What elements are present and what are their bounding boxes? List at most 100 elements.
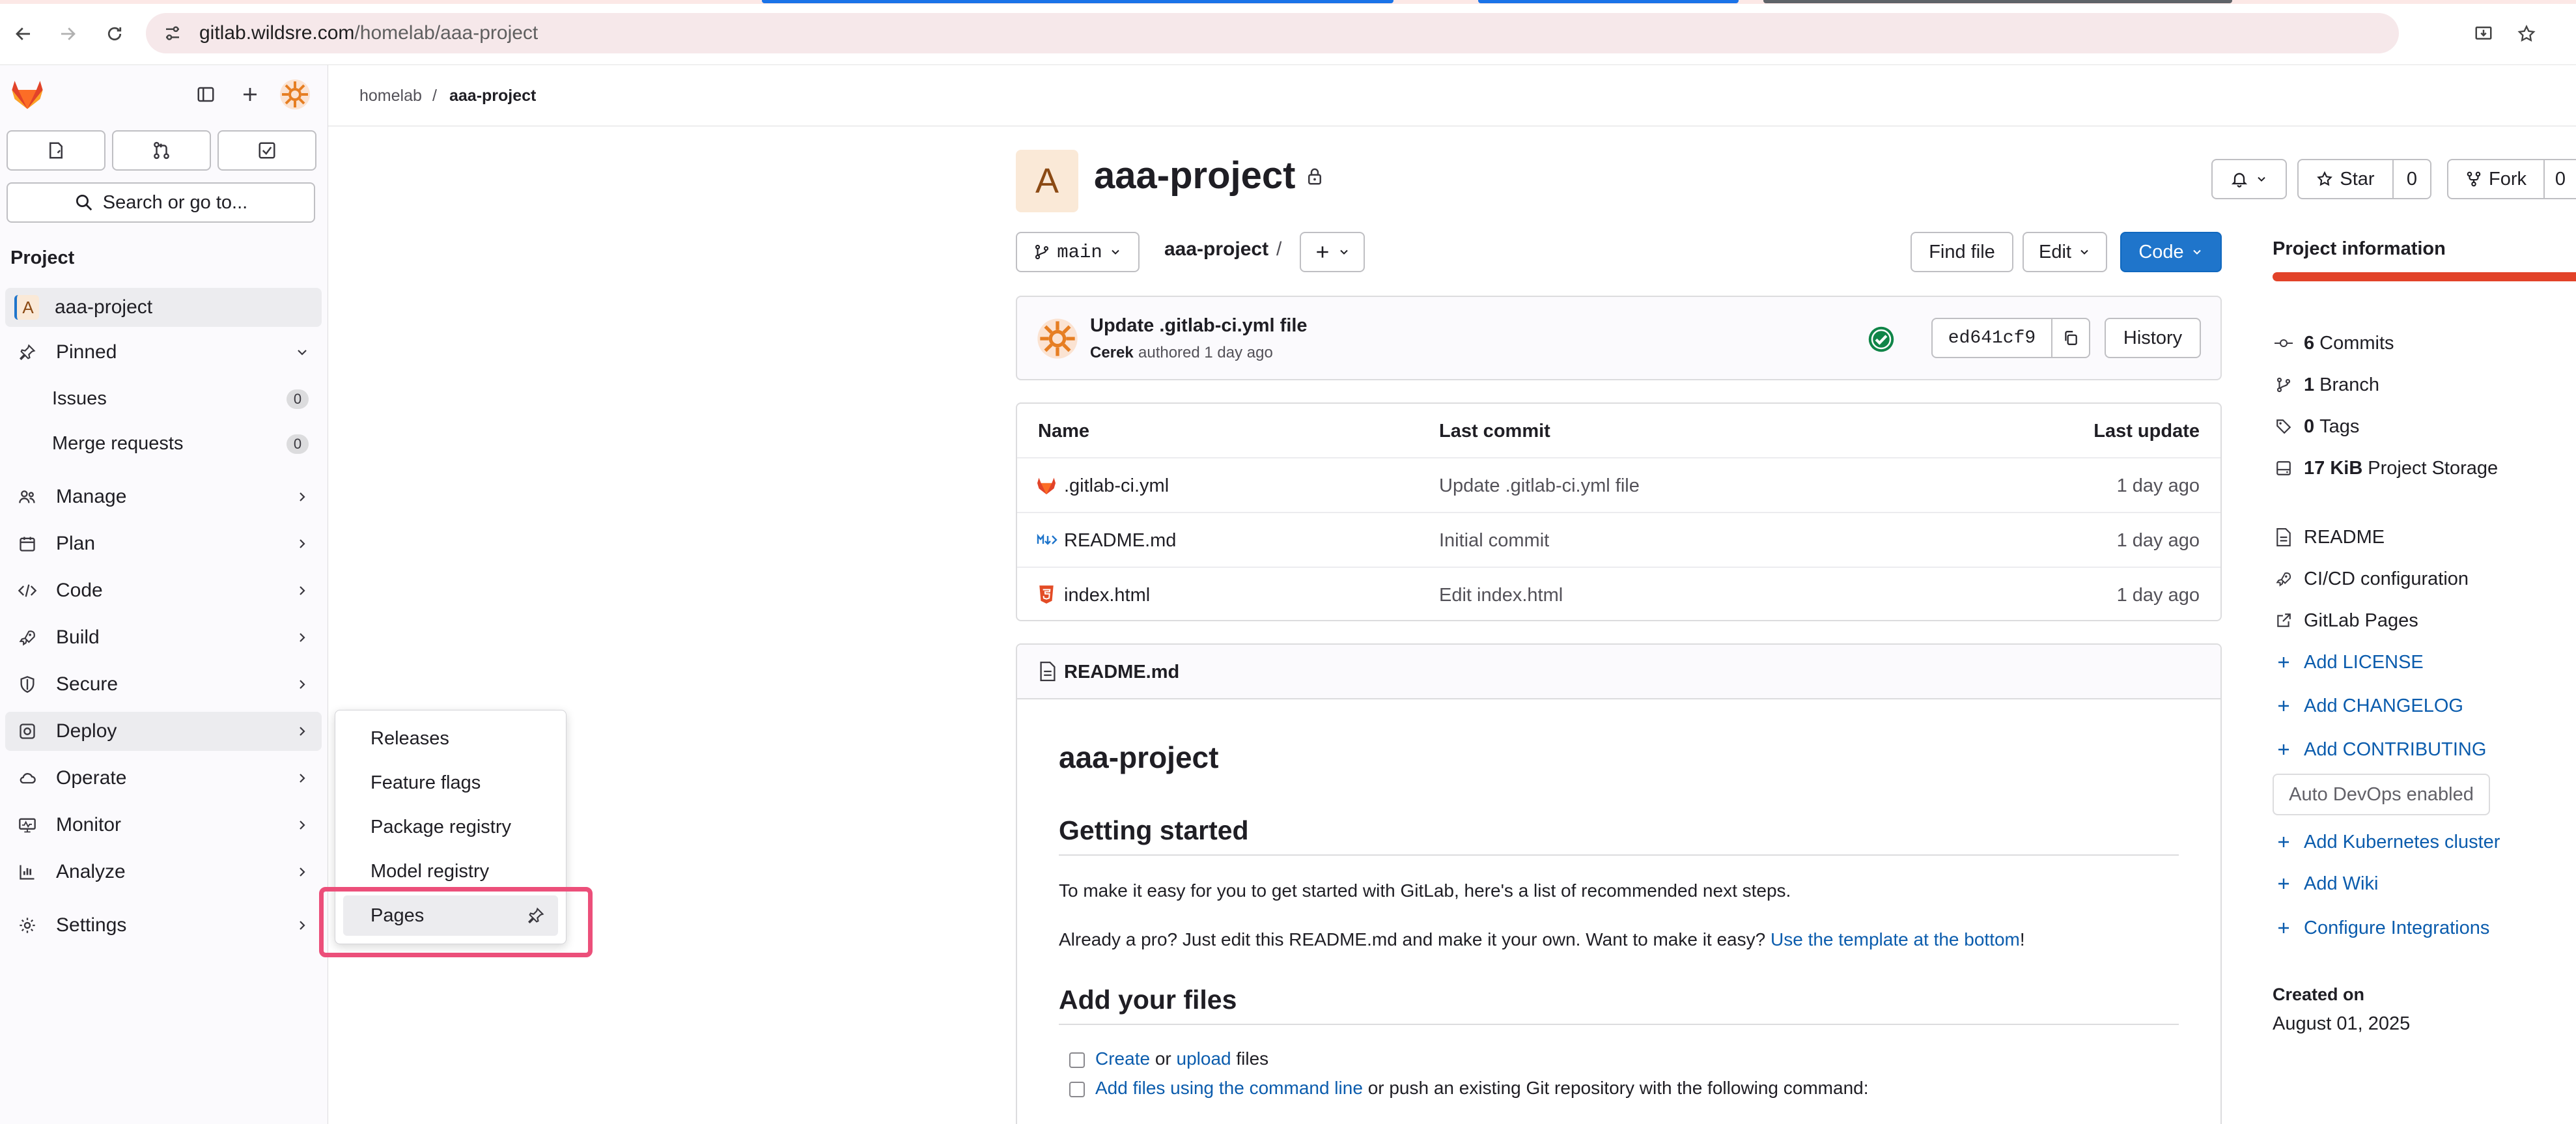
code-dropdown[interactable]: Code [2120,232,2222,272]
search-button[interactable]: Search or go to... [7,182,315,223]
auto-devops-button[interactable]: Auto DevOps enabled [2273,774,2490,815]
site-info-icon [166,26,179,40]
fork-count[interactable]: 0 [2543,159,2576,199]
branches-label: Branch [2319,374,2380,395]
bookmark-button[interactable] [2511,18,2542,49]
toggle-sidebar-button[interactable] [191,78,220,111]
copy-sha-button[interactable] [2051,318,2090,358]
add-changelog-link[interactable]: Add CHANGELOG [2273,693,2463,719]
file-name-link[interactable]: README.md [1064,513,1176,568]
heading-divider [1059,854,2179,856]
task-checkbox[interactable] [1069,1082,1085,1097]
cicd-configuration-link[interactable]: CI/CD configuration [2273,566,2469,592]
edit-dropdown[interactable]: Edit [2023,232,2107,272]
sidebar-item-manage[interactable]: Manage [5,477,322,516]
add-changelog-label: Add CHANGELOG [2304,695,2463,716]
sidebar-item-secure[interactable]: Secure [5,665,322,704]
sidebar-item-operate[interactable]: Operate [5,759,322,798]
reload-button[interactable] [99,18,130,49]
create-link[interactable]: Create [1095,1048,1150,1069]
plan-icon [14,531,40,557]
forward-button[interactable] [52,18,83,49]
flyout-item-model-registry[interactable]: Model registry [343,851,558,892]
find-file-button[interactable]: Find file [1911,232,2013,272]
tags-link[interactable]: 0 Tags [2273,414,2359,440]
create-new-button[interactable] [236,78,264,111]
tab-indicator[interactable] [762,0,1393,3]
file-name-link[interactable]: .gitlab-ci.yml [1064,458,1169,513]
sidebar-item-monitor[interactable]: Monitor [5,806,322,845]
search-label: Search or go to... [102,191,248,213]
task-checkbox[interactable] [1069,1052,1085,1068]
user-avatar[interactable] [277,78,313,111]
chevron-down-icon [2080,249,2088,255]
commit-sha[interactable]: ed641cf9 [1931,318,2052,358]
branch-icon [2273,376,2295,393]
repo-path-root[interactable]: aaa-project [1164,238,1268,260]
star-button[interactable]: Star [2297,159,2394,199]
pipeline-status-success-icon[interactable] [1868,326,1895,353]
tab-indicator[interactable] [1478,0,1739,3]
commits-link[interactable]: 6 Commits [2273,330,2394,356]
commit-author-avatar[interactable] [1037,318,1078,359]
branch-dropdown[interactable]: main [1016,232,1140,272]
gitlab-logo[interactable] [8,78,47,111]
tags-label: Tags [2319,415,2360,437]
sidebar-item-label: Manage [56,486,127,507]
branches-link[interactable]: 1 Branch [2273,372,2379,398]
tags-count: 0 [2304,415,2315,437]
commit-title-link[interactable]: Update .gitlab-ci.yml file [1090,315,1308,337]
fork-button[interactable]: Fork [2447,159,2545,199]
template-link[interactable]: Use the template at the bottom [1771,929,2020,949]
tanuki-logo-icon [12,81,43,109]
sidebar-item-code[interactable]: Code [5,571,322,610]
add-license-link[interactable]: Add LICENSE [2273,649,2424,675]
file-name-link[interactable]: index.html [1064,568,1150,623]
flyout-item-package-registry[interactable]: Package registry [343,807,558,847]
sidebar-item-analyze[interactable]: Analyze [5,852,322,892]
address-bar[interactable]: gitlab.wildsre.com/homelab/aaa-project [146,13,2399,53]
tab-indicator[interactable] [1763,0,2232,3]
table-row[interactable]: README.md Initial commit 1 day ago [1017,512,2220,567]
sidebar-item-plan[interactable]: Plan [5,524,322,563]
todos-shortcut-button[interactable] [217,130,316,171]
sidebar-section-heading: Project [10,247,75,268]
file-last-commit-link[interactable]: Update .gitlab-ci.yml file [1439,458,1640,513]
flyout-item-releases[interactable]: Releases [343,718,558,759]
sidebar-item-settings[interactable]: Settings [5,906,322,945]
back-button[interactable] [8,18,39,49]
file-last-commit-link[interactable]: Edit index.html [1439,568,1563,623]
upload-link[interactable]: upload [1177,1048,1231,1069]
sidebar-item-pinned[interactable]: Pinned [5,333,322,372]
file-last-commit-link[interactable]: Initial commit [1439,513,1549,568]
flyout-item-feature-flags[interactable]: Feature flags [343,763,558,803]
add-contributing-link[interactable]: Add CONTRIBUTING [2273,737,2486,763]
commit-author-link[interactable]: Cerek [1090,344,1134,362]
breadcrumb-project-link[interactable]: aaa-project [449,65,536,126]
readme-filename-link[interactable]: README.md [1064,662,1179,683]
table-row[interactable]: .gitlab-ci.yml Update .gitlab-ci.yml fil… [1017,457,2220,512]
column-header-name: Name [1038,421,1089,442]
sidebar-item-build[interactable]: Build [5,618,322,657]
add-wiki-link[interactable]: Add Wiki [2273,871,2378,897]
sidebar-item-merge-requests[interactable]: Merge requests 0 [5,424,322,463]
add-kubernetes-cluster-link[interactable]: Add Kubernetes cluster [2273,829,2500,855]
issues-shortcut-button[interactable] [7,130,105,171]
sidebar-item-deploy[interactable]: Deploy [5,712,322,751]
gitlab-pages-link[interactable]: GitLab Pages [2273,608,2418,634]
readme-link[interactable]: README [2273,524,2385,550]
history-button[interactable]: History [2105,318,2201,358]
notifications-dropdown[interactable] [2211,159,2287,199]
merge-requests-shortcut-button[interactable] [112,130,211,171]
storage-link[interactable]: 17 KiB Project Storage [2273,455,2498,481]
command-line-link[interactable]: Add files using the command line [1095,1078,1363,1098]
breadcrumb-group-link[interactable]: homelab [359,65,422,126]
install-app-button[interactable] [2468,18,2499,49]
add-to-tree-dropdown[interactable] [1300,232,1365,272]
table-row[interactable]: index.html Edit index.html 1 day ago [1017,567,2220,621]
star-count[interactable]: 0 [2392,159,2431,199]
sidebar-item-issues[interactable]: Issues 0 [5,379,322,418]
project-avatar: A [14,295,39,320]
sidebar-item-project[interactable]: A aaa-project [5,288,322,327]
configure-integrations-link[interactable]: Configure Integrations [2273,915,2489,941]
